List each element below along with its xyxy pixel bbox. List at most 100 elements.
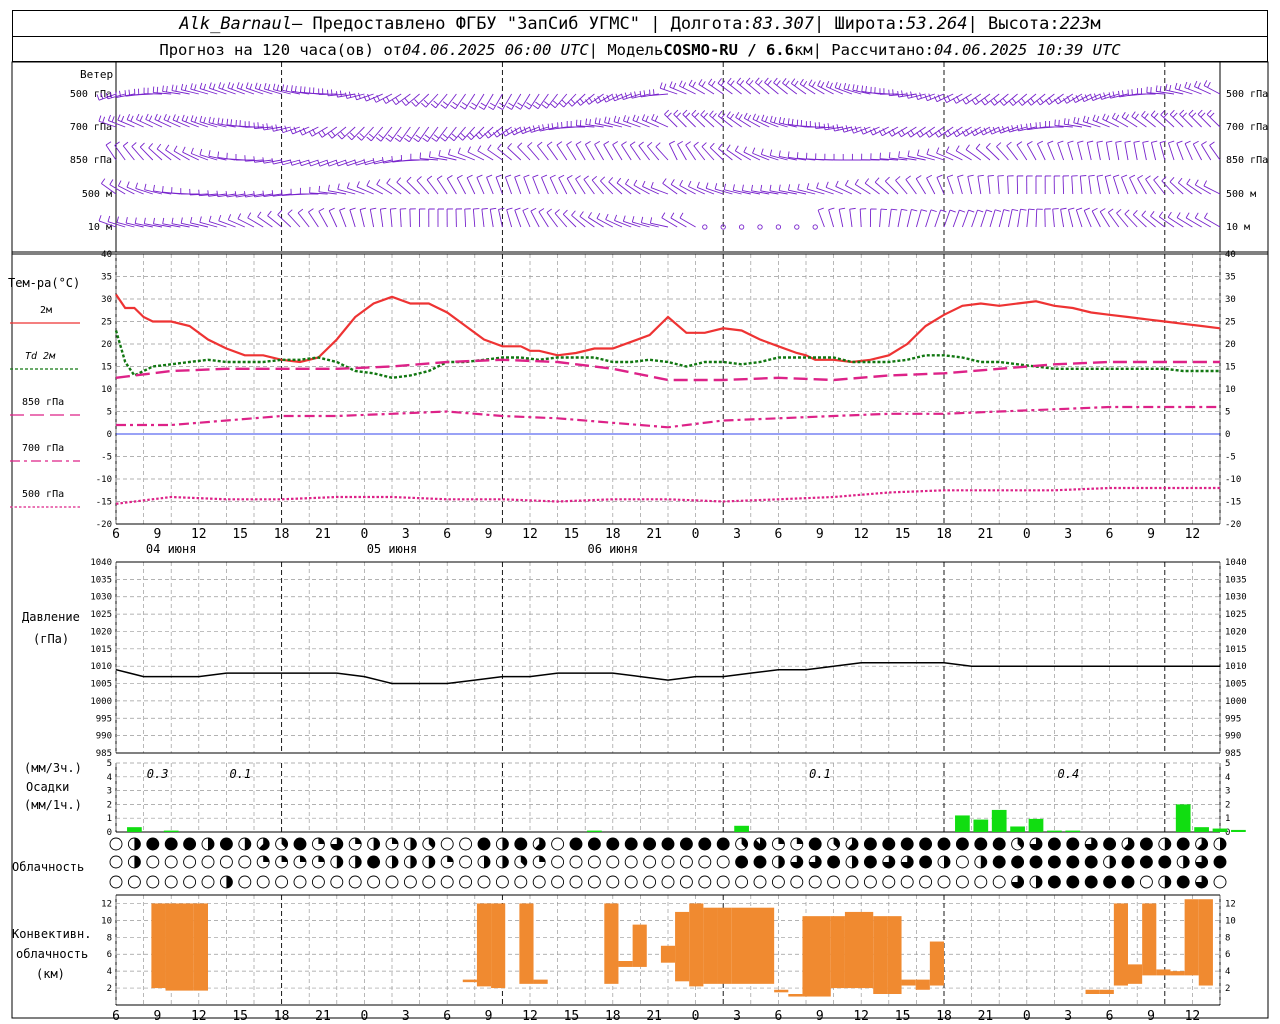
- wind-barb-feather: [266, 123, 269, 130]
- cloud-fill-full: [956, 838, 969, 850]
- wind-barb: [705, 187, 724, 195]
- tick-label-right: 3: [1225, 787, 1230, 797]
- tick-label-left: 1040: [90, 558, 112, 568]
- tick-label-right: 10: [1225, 916, 1236, 926]
- wind-barb-feather: [349, 132, 355, 138]
- cloud-fill-full: [294, 838, 306, 850]
- wind-barb-feather: [367, 93, 371, 100]
- wind-barb-feather: [761, 114, 765, 121]
- wind-barb-feather: [1028, 208, 1035, 211]
- legend-label: 700 гПа: [22, 443, 64, 454]
- wind-barb: [1192, 143, 1202, 161]
- wind-barb: [136, 119, 153, 128]
- wind-barb-feather: [921, 209, 928, 212]
- cloud-circle: [551, 855, 565, 869]
- wind-barb-feather: [756, 115, 760, 122]
- wind-barb-feather: [507, 143, 512, 149]
- wind-barb-feather: [125, 217, 128, 224]
- tick-label-left: 1015: [90, 645, 112, 655]
- wind-barb-feather: [773, 77, 778, 84]
- wind-barb-feather: [1176, 140, 1183, 144]
- wind-barb-feather: [217, 151, 220, 158]
- tick-label-right: 1025: [1225, 610, 1247, 620]
- wind-barb-feather: [843, 83, 847, 90]
- wind-barb-feather: [705, 182, 709, 189]
- wind-barb: [977, 176, 982, 195]
- wind-barb: [956, 126, 972, 138]
- wind-barb-feather: [356, 136, 362, 141]
- hour-label-bottom: 3: [733, 1009, 741, 1024]
- wind-barb-feather: [1082, 115, 1086, 122]
- wind-barb-feather: [726, 111, 731, 117]
- wind-barb-feather: [649, 89, 651, 96]
- wind-barb-feather: [971, 99, 976, 105]
- cloud-circle: [716, 855, 730, 869]
- wind-barb-feather: [1182, 112, 1187, 118]
- wind-barb: [633, 184, 650, 195]
- hour-label: 18: [936, 527, 952, 542]
- hour-label-bottom: 18: [274, 1009, 290, 1024]
- wind-barb-feather: [1080, 175, 1087, 177]
- wind-barb-feather: [566, 141, 572, 146]
- wind-barb-feather: [709, 110, 714, 116]
- wind-barb-feather: [735, 112, 740, 118]
- wind-barb: [537, 93, 549, 109]
- cloud-fill-sector: [226, 876, 233, 888]
- wind-barb: [1006, 145, 1018, 161]
- cloud-fill-full: [146, 838, 159, 850]
- cloud-fill-full: [1048, 856, 1061, 868]
- wind-barb: [1062, 175, 1065, 195]
- wind-barb: [408, 126, 420, 142]
- wind-barb-feather: [366, 180, 371, 186]
- wind-barb-feather: [910, 129, 915, 136]
- wind-barb: [1105, 142, 1111, 161]
- wind-barb-feather: [700, 110, 706, 116]
- cloud-fill-full: [1214, 856, 1226, 868]
- cloud-fill-sector: [447, 856, 454, 862]
- wind-barb-feather: [844, 179, 849, 186]
- tick-label-left: 1035: [90, 575, 112, 585]
- wind-barb-feather: [769, 184, 772, 191]
- wind-barb: [952, 209, 960, 228]
- tick-label-right: 25: [1225, 318, 1236, 328]
- wind-barb: [697, 187, 715, 195]
- wind-barb-feather: [546, 141, 553, 146]
- tick-label-right: -15: [1225, 498, 1241, 508]
- wind-barb-feather: [629, 141, 636, 146]
- wind-barb-feather: [166, 86, 168, 93]
- wind-barb: [554, 213, 568, 228]
- wind-barb-feather: [459, 105, 466, 110]
- wind-barb-feather: [778, 150, 781, 157]
- wind-barb: [1167, 216, 1184, 228]
- wind-barb: [246, 87, 264, 95]
- conv-bar: [618, 961, 633, 967]
- wind-barb-feather: [723, 183, 726, 190]
- wind-barb-feather: [891, 208, 898, 211]
- cloud-fill-full: [625, 838, 638, 850]
- wind-barb-feather: [727, 77, 732, 84]
- wind-barb-feather: [136, 113, 140, 120]
- precip-bar: [1175, 804, 1191, 832]
- wind-barb-feather: [114, 141, 120, 146]
- wind-barb-feather: [208, 82, 212, 89]
- wind-barb-feather: [262, 157, 265, 164]
- wind-barb-feather: [1168, 140, 1175, 144]
- wind-barb: [782, 82, 798, 95]
- hour-label: 9: [816, 527, 824, 542]
- cloud-circle: [606, 855, 620, 869]
- wind-barb: [588, 93, 604, 105]
- cloud-panel: Облачность: [12, 837, 1227, 889]
- wind-barb-feather: [363, 158, 366, 165]
- wind-barb-feather: [1106, 140, 1113, 143]
- wind-level-label-right: 700 гПа: [1226, 122, 1268, 133]
- wind-barb-feather: [623, 115, 626, 122]
- cloud-circle: [606, 875, 620, 889]
- wind-barb-feather: [1184, 81, 1188, 88]
- wind-barb-feather: [596, 212, 601, 219]
- wind-barb-feather: [567, 101, 573, 107]
- wind-calm-mark: [794, 224, 800, 230]
- wind-barb-feather: [718, 143, 723, 149]
- wind-barb-feather: [281, 84, 285, 91]
- wind-barb-feather: [207, 190, 209, 197]
- wind-barb: [1079, 176, 1083, 195]
